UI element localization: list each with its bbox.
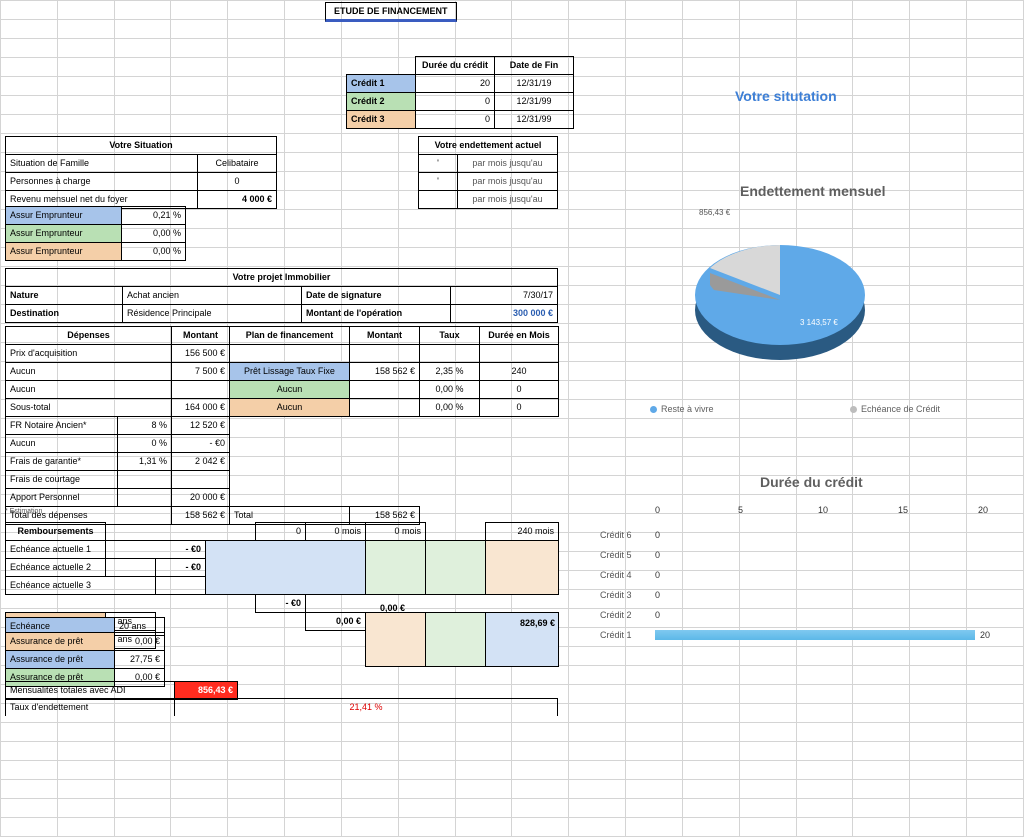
assur-row: Assur Emprunteur0,00 % <box>6 225 186 243</box>
pie-label-b: 3 143,57 € <box>800 318 838 327</box>
projet-table: Votre projet Immobilier Nature Achat anc… <box>5 268 558 323</box>
legend-b: Echéance de Crédit <box>850 404 940 414</box>
page-title: ETUDE DE FINANCEMENT <box>325 6 457 16</box>
situation-row: Personnes à charge0 <box>6 173 277 191</box>
assur-pret-row: Assurance de prêt0,00 € <box>6 633 165 651</box>
depense-row: AucunAucun0,00 %0 <box>6 381 559 399</box>
assur-pret-table: Assurance de prêt0,00 € Assurance de prê… <box>5 632 165 687</box>
situation-row: Situation de FamilleCelibataire <box>6 155 277 173</box>
credit-row: Crédit 2012/31/99 <box>347 93 574 111</box>
depense-extra: Apport Personnel20 000 € <box>6 489 559 507</box>
legend-a: Reste à vivre <box>650 404 714 414</box>
col-end: Date de Fin <box>495 57 574 75</box>
assur-row: Assur Emprunteur0,21 % <box>6 207 186 225</box>
situation-title: Votre Situation <box>6 137 277 155</box>
depense-extra: Aucun0 %- €0 <box>6 435 559 453</box>
depense-extra: Frais de courtage <box>6 471 559 489</box>
endettement-actuel: Votre endettement actuel 'par mois jusqu… <box>418 136 558 209</box>
depense-extra: Frais de garantie*1,31 %2 042 € <box>6 453 559 471</box>
pie-chart <box>660 200 890 380</box>
situation-table: Votre Situation Situation de FamilleCeli… <box>5 136 277 209</box>
echeance-value: 828,69 € <box>520 618 555 628</box>
bar-chart: 0 5 10 15 20 Crédit 60 Crédit 50 Crédit … <box>600 500 1000 680</box>
credits-table: Durée du crédit Date de Fin Crédit 12012… <box>346 56 574 129</box>
page-title-text: ETUDE DE FINANCEMENT <box>325 2 457 22</box>
col-duration: Durée du crédit <box>416 57 495 75</box>
assur-pret-row: Assurance de prêt27,75 € <box>6 651 165 669</box>
depense-row: Prix d'acquisition156 500 € <box>6 345 559 363</box>
depense-row: Aucun7 500 €Prêt Lissage Taux Fixe158 56… <box>6 363 559 381</box>
pie-title: Endettement mensuel <box>740 183 885 199</box>
credit-row: Crédit 12012/31/19 <box>347 75 574 93</box>
depense-extra: FR Notaire Ancien*8 %12 520 € <box>6 417 559 435</box>
side-title: Votre situtation <box>735 88 837 104</box>
estim-note: * Estimation <box>5 508 42 515</box>
remb-row: Echéance actuelle 1- €0 <box>6 541 559 559</box>
credit-row: Crédit 3012/31/99 <box>347 111 574 129</box>
bar-title: Durée du crédit <box>760 474 863 490</box>
depense-row: Sous-total164 000 €Aucun0,00 %0 <box>6 399 559 417</box>
assur-table: Assur Emprunteur0,21 % Assur Emprunteur0… <box>5 206 186 261</box>
depenses-table: Dépenses Montant Plan de financement Mon… <box>5 326 559 525</box>
pie-label-a: 856,43 € <box>699 208 730 217</box>
assur-row: Assur Emprunteur0,00 % <box>6 243 186 261</box>
